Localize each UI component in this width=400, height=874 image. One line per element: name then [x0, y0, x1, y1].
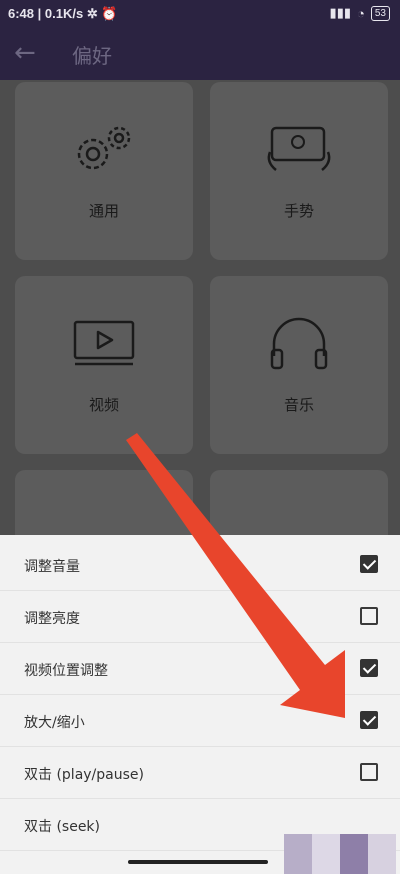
battery-icon: 53: [370, 5, 390, 21]
preference-grid: 通用 手势 视频 音乐: [0, 80, 400, 540]
pixel-blur: [340, 834, 368, 874]
headphones-icon: [270, 317, 328, 370]
tile-label: 音乐: [283, 396, 314, 414]
option-label: 调整亮度: [24, 611, 80, 627]
gesture-options-sheet: 调整音量 调整亮度 视频位置调整 放大/缩小 双击 (play/pause) 双…: [0, 535, 400, 874]
checkbox-unchecked[interactable]: [360, 763, 378, 781]
checkbox-checked[interactable]: [360, 711, 378, 729]
back-arrow-icon[interactable]: ←: [14, 38, 36, 68]
option-label: 双击 (seek): [24, 819, 101, 835]
option-row[interactable]: 双击 (play/pause): [0, 747, 400, 799]
option-label: 放大/缩小: [24, 715, 85, 731]
status-time: 6:48 | 0.1K/s ✲ ⏰: [8, 6, 118, 21]
option-label: 双击 (play/pause): [24, 767, 144, 783]
checkbox-checked[interactable]: [360, 659, 378, 677]
option-row[interactable]: 调整音量: [0, 539, 400, 591]
video-icon: [73, 320, 135, 366]
pixel-blur: [368, 834, 396, 874]
tile-label: 视频: [88, 396, 119, 414]
tile-gesture[interactable]: 手势: [210, 82, 388, 260]
pixel-blur: [284, 834, 312, 874]
tile-general[interactable]: 通用: [15, 82, 193, 260]
home-indicator: [128, 860, 268, 864]
checkbox-checked[interactable]: [360, 555, 378, 573]
status-bar: 6:48 | 0.1K/s ✲ ⏰ ▮▮▮ ◔ 53: [0, 0, 400, 28]
option-row[interactable]: 放大/缩小: [0, 695, 400, 747]
option-label: 调整音量: [24, 559, 80, 575]
option-row[interactable]: 视频位置调整: [0, 643, 400, 695]
pixel-blur: [312, 834, 340, 874]
gesture-icon: [267, 126, 331, 171]
app-bar: ← 偏好: [0, 28, 400, 80]
tile-music[interactable]: 音乐: [210, 276, 388, 454]
option-label: 视频位置调整: [24, 663, 108, 679]
tile-more-2[interactable]: [210, 470, 388, 540]
gears-icon: [77, 126, 131, 170]
tile-video[interactable]: 视频: [15, 276, 193, 454]
option-row[interactable]: 调整亮度: [0, 591, 400, 643]
status-icons: ▮▮▮ ◔ 53: [330, 5, 390, 21]
page-title: 偏好: [72, 44, 112, 68]
tile-label: 手势: [283, 202, 314, 220]
checkbox-unchecked[interactable]: [360, 607, 378, 625]
tile-label: 通用: [88, 202, 119, 220]
wifi-icon: ◔: [357, 5, 365, 21]
signal-icon: ▮▮▮: [329, 5, 352, 20]
tile-more-1[interactable]: [15, 470, 193, 540]
